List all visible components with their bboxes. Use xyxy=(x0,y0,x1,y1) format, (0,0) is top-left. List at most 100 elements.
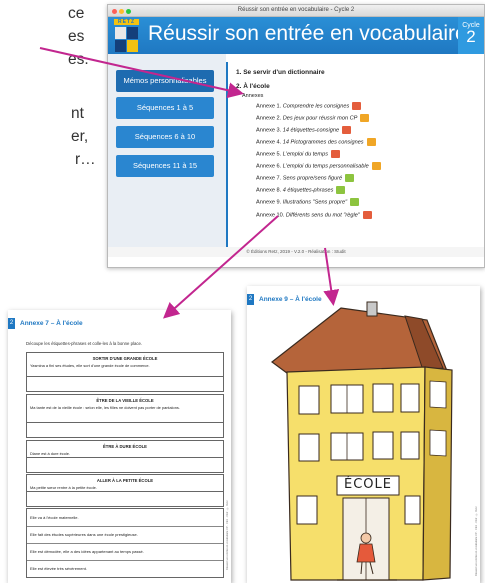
app-window: Réussir son entrée en vocabulaire - Cycl… xyxy=(107,4,485,268)
annex-number: Annexe 1. xyxy=(256,103,282,110)
annex-link[interactable]: Annexe 1. Comprendre les consignes xyxy=(256,102,362,110)
sentence-strip: Elle est démodée, elle a des idées appar… xyxy=(27,543,223,561)
annex-link[interactable]: Annexe 10. Différents sens du mot "règle… xyxy=(256,211,372,219)
answer-blank xyxy=(27,457,223,472)
page-instruction: Découpe les étiquettes-phrases et colle-… xyxy=(26,341,143,346)
annex-link[interactable]: Annexe 7. Sens propre/sens figuré xyxy=(256,174,355,182)
page-cycle-number: 2 xyxy=(8,318,15,329)
app-footer: © Éditions Retz, 2019 - V.2.0 - Réalisat… xyxy=(108,247,484,257)
intro-line: nt xyxy=(71,105,84,122)
worksheet-annexe-7: 2 Annexe 7 – À l'école Découpe les étiqu… xyxy=(8,310,231,583)
sentence-strip: Elle va à l'école maternelle. xyxy=(27,509,223,527)
close-window-button[interactable] xyxy=(112,9,117,14)
expression-box: ALLER À LA PETITE ÉCOLE Ma petite sœur r… xyxy=(26,474,224,507)
nav-sequences-6-10-button[interactable]: Séquences 6 à 10 xyxy=(116,126,214,148)
answer-blank xyxy=(27,422,223,437)
section-school[interactable]: 2. À l'école xyxy=(236,83,270,90)
annex-link[interactable]: Annexe 4. 14 Pictogrammes des consignes xyxy=(256,138,376,146)
annex-number: Annexe 3. xyxy=(256,127,282,134)
app-banner: RETZ Réussir son entrée en vocabulaire C… xyxy=(108,17,484,54)
sentence-strips: Elle va à l'école maternelle. Elle fait … xyxy=(26,508,224,578)
annex-number: Annexe 9. xyxy=(256,199,282,206)
annex-title: L'emploi du temps xyxy=(282,151,328,158)
page-header: 2 Annexe 7 – À l'école xyxy=(8,318,83,329)
annex-title: Sens propre/sens figuré xyxy=(282,175,343,182)
img-icon[interactable] xyxy=(345,174,355,182)
expression-box: SORTIR D'UNE GRANDE ÉCOLE Yasmina a fini… xyxy=(26,352,224,392)
cycle-badge: Cycle 2 xyxy=(458,17,484,54)
sidebar: Mémos personnalisables Séquences 1 à 5 S… xyxy=(108,54,226,257)
img-icon[interactable] xyxy=(350,198,360,206)
annex-number: Annexe 7. xyxy=(256,175,282,182)
nav-memos-button[interactable]: Mémos personnalisables xyxy=(116,70,214,92)
annex-title: L'emploi du temps personnalisable xyxy=(282,163,369,170)
annex-title: Différents sens du mot "règle" xyxy=(285,212,360,219)
sentence-strip: Elle est élevée très sévèrement. xyxy=(30,566,87,571)
section-dictionary[interactable]: 1. Se servir d'un dictionnaire xyxy=(236,69,325,76)
maximize-window-button[interactable] xyxy=(126,9,131,14)
annex-link[interactable]: Annexe 5. L'emploi du temps xyxy=(256,150,340,158)
page-title: Annexe 7 – À l'école xyxy=(20,320,83,327)
sentence-strip: Elle fait des études supérieures dans un… xyxy=(27,526,223,544)
nav-sequences-11-15-button[interactable]: Séquences 11 à 15 xyxy=(116,155,214,177)
pdf-icon[interactable] xyxy=(331,150,340,158)
expression-title: ALLER À LA PETITE ÉCOLE xyxy=(96,478,154,483)
annex-title: Des jeux pour réussir mon CP xyxy=(282,115,358,122)
annex-link[interactable]: Annexe 2. Des jeux pour réussir mon CP xyxy=(256,114,370,122)
window-titlebar: Réussir son entrée en vocabulaire - Cycl… xyxy=(108,5,484,17)
intro-line: ce xyxy=(68,5,85,22)
page-side-note: Réussir son entrée en vocabulaire CP · C… xyxy=(226,500,229,570)
annex-number: Annexe 8. xyxy=(256,187,282,194)
answer-blank xyxy=(27,376,223,391)
annex-number: Annexe 2. xyxy=(256,115,282,122)
annex-link[interactable]: Annexe 9. Illustrations "Sens propre" xyxy=(256,198,360,206)
annex-link[interactable]: Annexe 6. L'emploi du temps personnalisa… xyxy=(256,162,381,170)
annex-title: Illustrations "Sens propre" xyxy=(282,199,348,206)
page-side-note: Réussir son entrée en vocabulaire CP · C… xyxy=(475,506,478,576)
expression-title: ÊTRE À DURE ÉCOLE xyxy=(103,444,147,449)
expression-box: ÊTRE À DURE ÉCOLE Diane est à dure école… xyxy=(26,440,224,473)
school-building-illustration xyxy=(271,301,453,581)
annex-title: 14 Pictogrammes des consignes xyxy=(282,139,364,146)
brand-label: RETZ xyxy=(114,19,139,25)
intro-line: r… xyxy=(75,151,96,168)
expression-sentence: Ma petite sœur rentre à la petite école. xyxy=(30,485,97,490)
doc-icon[interactable] xyxy=(371,162,381,170)
annex-number: Annexe 10. xyxy=(256,212,285,219)
annex-number: Annexe 6. xyxy=(256,163,282,170)
annex-link[interactable]: Annexe 8. 4 étiquettes-phrases xyxy=(256,186,346,194)
intro-line: er, xyxy=(71,128,89,145)
pane-divider xyxy=(226,62,228,250)
expression-sentence: Diane est à dure école. xyxy=(30,451,71,456)
expression-sentence: Yasmina a fini ses études, elle sort d'u… xyxy=(30,363,150,368)
annex-title: Comprendre les consignes xyxy=(282,103,350,110)
pdf-icon[interactable] xyxy=(352,102,362,110)
intro-line: es xyxy=(68,28,85,45)
retz-logo: RETZ xyxy=(114,19,139,52)
minimize-window-button[interactable] xyxy=(119,9,124,14)
expression-box: ÊTRE DE LA VIEILLE ÉCOLE Ma tante est de… xyxy=(26,394,224,438)
pdf-icon[interactable] xyxy=(362,211,372,219)
annex-title: 4 étiquettes-phrases xyxy=(282,187,334,194)
annex-number: Annexe 4. xyxy=(256,139,282,146)
annex-link[interactable]: Annexe 3. 14 étiquettes-consigne xyxy=(256,126,352,134)
cycle-number: 2 xyxy=(466,27,476,46)
expression-title: ÊTRE DE LA VIEILLE ÉCOLE xyxy=(96,398,154,403)
pdf-icon[interactable] xyxy=(342,126,352,134)
annex-title: 14 étiquettes-consigne xyxy=(282,127,340,134)
window-title: Réussir son entrée en vocabulaire - Cycl… xyxy=(237,7,355,13)
expression-title: SORTIR D'UNE GRANDE ÉCOLE xyxy=(92,356,158,361)
main-area: Mémos personnalisables Séquences 1 à 5 S… xyxy=(108,54,484,257)
app-title: Réussir son entrée en vocabulaire xyxy=(148,22,467,45)
school-sign: ÉCOLE xyxy=(344,477,392,492)
doc-icon[interactable] xyxy=(366,138,376,146)
img-icon[interactable] xyxy=(336,186,346,194)
nav-sequences-1-5-button[interactable]: Séquences 1 à 5 xyxy=(116,97,214,119)
doc-icon[interactable] xyxy=(360,114,370,122)
annex-number: Annexe 5. xyxy=(256,151,282,158)
intro-line: es. xyxy=(68,51,89,68)
expression-sentence: Ma tante est de la vieille école : selon… xyxy=(30,405,180,410)
answer-blank xyxy=(27,491,223,506)
annexes-heading: Annexes xyxy=(242,93,264,99)
worksheet-annexe-9: 2 Annexe 9 – À l'école ÉCOLE Réussir son… xyxy=(247,286,480,583)
